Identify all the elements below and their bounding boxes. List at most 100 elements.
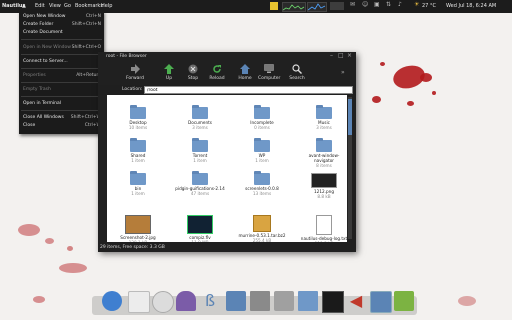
text-editor-icon[interactable]: ß	[200, 291, 220, 311]
file-info: 1 item	[193, 158, 207, 163]
file-item[interactable]: Music 3 items	[299, 105, 347, 130]
menu-go[interactable]: Go	[64, 3, 71, 9]
maximize-icon[interactable]: □	[338, 52, 344, 59]
menu-item-open-new-window[interactable]: Open New Window Ctrl+N	[23, 13, 101, 20]
scrollbar-thumb[interactable]	[348, 99, 352, 135]
network-monitor-icon[interactable]	[307, 2, 327, 12]
file-item[interactable]: 1212.png 8.8 kB	[299, 173, 347, 199]
file-info: 8 items	[316, 163, 332, 168]
browser-icon[interactable]	[102, 291, 122, 311]
menu-item-create-document[interactable]: Create Document	[23, 29, 101, 36]
stop-button[interactable]: Stop	[182, 63, 204, 83]
location-bar: Location:	[98, 85, 356, 95]
folder-icon	[192, 138, 208, 152]
workspace-switcher[interactable]	[330, 2, 344, 10]
menu-item-connect-to-server[interactable]: Connect to Server...	[23, 58, 101, 65]
status-text: 29 items, Free space: 3.3 GB	[100, 245, 165, 250]
dock: ß ◀	[92, 288, 417, 318]
file-item[interactable]: Documents 3 items	[175, 105, 225, 130]
file-item[interactable]: avant-window-navigator 8 items	[299, 138, 347, 168]
file-item[interactable]: Screenshot-2.jpg128.1 kB	[113, 215, 163, 242]
file-info: 1 item	[131, 191, 145, 196]
window-titlebar[interactable]: root - File Browser – □ ×	[98, 52, 356, 61]
menu-bookmarks[interactable]: Bookmarks	[75, 3, 103, 9]
file-item[interactable]: nautilus-debug-log.txt119.8 kB	[299, 215, 347, 242]
menu-separator	[21, 110, 102, 111]
menu-help[interactable]: Help	[101, 3, 112, 9]
folder-icon	[254, 105, 270, 119]
menu-item-properties[interactable]: Properties Alt+Return	[23, 72, 101, 79]
close-icon[interactable]: ×	[347, 52, 352, 59]
package-manager-icon[interactable]	[274, 291, 294, 311]
forward-button[interactable]: Forward	[124, 63, 146, 83]
clipboard-icon[interactable]: ▣	[374, 1, 380, 8]
file-item[interactable]: compiz.flv11.0 MB	[175, 215, 225, 242]
menu-item-empty-trash[interactable]: Empty Trash	[23, 86, 101, 93]
file-item[interactable]: Shared 1 item	[113, 138, 163, 163]
file-item[interactable]: Torrent 1 item	[175, 138, 225, 163]
volume-icon[interactable]: ♪	[398, 1, 402, 8]
window-title: root - File Browser	[106, 54, 147, 59]
folder-icon	[254, 138, 270, 152]
file-info: 47 items	[190, 191, 210, 196]
menu-view[interactable]: View	[49, 3, 61, 9]
trash-icon[interactable]	[394, 291, 414, 311]
network-places-icon[interactable]	[298, 291, 318, 311]
search-button[interactable]: Search	[286, 63, 308, 83]
weather-temperature[interactable]: 27 °C	[422, 3, 436, 9]
location-input[interactable]	[144, 86, 353, 94]
arrow-right-icon	[130, 64, 140, 74]
file-info: 1 item	[255, 158, 269, 163]
file-browser-dock-icon[interactable]	[370, 291, 392, 313]
location-label: Location:	[122, 87, 143, 92]
file-item[interactable]: WP 1 item	[237, 138, 287, 163]
file-item[interactable]: bin 1 item	[113, 171, 163, 196]
terminal-icon[interactable]	[322, 291, 344, 313]
menu-item-create-folder[interactable]: Create Folder Shift+Ctrl+N	[23, 21, 101, 28]
minimize-icon[interactable]: –	[330, 52, 333, 59]
file-view[interactable]: Desktop 10 items Documents 3 items Incomplet…	[107, 95, 347, 242]
scrollbar[interactable]	[348, 97, 352, 239]
up-button[interactable]: Up	[158, 63, 180, 83]
file-info: 3 items	[192, 125, 208, 130]
toolbar-overflow-icon[interactable]: »	[341, 69, 345, 76]
menu-separator	[21, 96, 102, 97]
file-item[interactable]: screenlets-0.0.8 13 items	[237, 171, 287, 196]
logout-icon[interactable]: ◀	[346, 291, 366, 311]
cursor-icon: ▲	[22, 3, 26, 9]
home-folder-icon[interactable]	[226, 291, 246, 311]
menu-item-close-all-windows[interactable]: Close All Windows Shift+Ctrl+W	[23, 114, 101, 121]
toolbar: Forward Up Stop Reload Home Computer Sea…	[98, 61, 356, 84]
menu-separator	[21, 68, 102, 69]
cpu-monitor-icon[interactable]	[282, 2, 306, 12]
notes-icon[interactable]	[270, 2, 278, 10]
menu-edit[interactable]: Edit	[35, 3, 45, 9]
pidgin-icon[interactable]	[176, 291, 196, 311]
file-item[interactable]: Desktop 10 items	[113, 105, 163, 130]
menu-item-close[interactable]: Close Ctrl+W	[23, 122, 101, 129]
image-file-icon	[311, 173, 337, 188]
file-item[interactable]: Incomplete 0 items	[237, 105, 287, 130]
chat-icon[interactable]: ☺	[362, 1, 368, 8]
menu-separator	[21, 39, 102, 40]
file-item[interactable]: pidgin-guifications-2.14 47 items	[175, 171, 225, 196]
folder-icon	[130, 105, 146, 119]
arrow-up-icon	[164, 64, 174, 74]
menu-item-open-in-new-window[interactable]: Open in New Window Shift+Ctrl+O	[23, 44, 101, 51]
clock-icon[interactable]	[152, 291, 174, 313]
file-info: 13 items	[252, 191, 272, 196]
computer-icon	[264, 64, 274, 74]
home-button[interactable]: Home	[234, 63, 256, 83]
computer-dock-icon[interactable]	[250, 291, 270, 311]
menu-separator	[21, 54, 102, 55]
photo-file-icon	[125, 215, 151, 234]
envelope-icon[interactable]: ✉	[350, 1, 355, 8]
file-info: 0 items	[254, 125, 270, 130]
file-item[interactable]: murrine-0.53.1.tar.bz2 255.4 kB	[237, 215, 287, 242]
computer-button[interactable]: Computer	[258, 63, 280, 83]
reload-button[interactable]: Reload	[206, 63, 228, 83]
menu-item-open-in-terminal[interactable]: Open in Terminal	[23, 100, 101, 107]
clock[interactable]: Wed Jul 18, 6:24 AM	[446, 3, 496, 9]
network-icon[interactable]: ⇅	[386, 1, 391, 8]
mail-icon[interactable]	[128, 291, 150, 313]
